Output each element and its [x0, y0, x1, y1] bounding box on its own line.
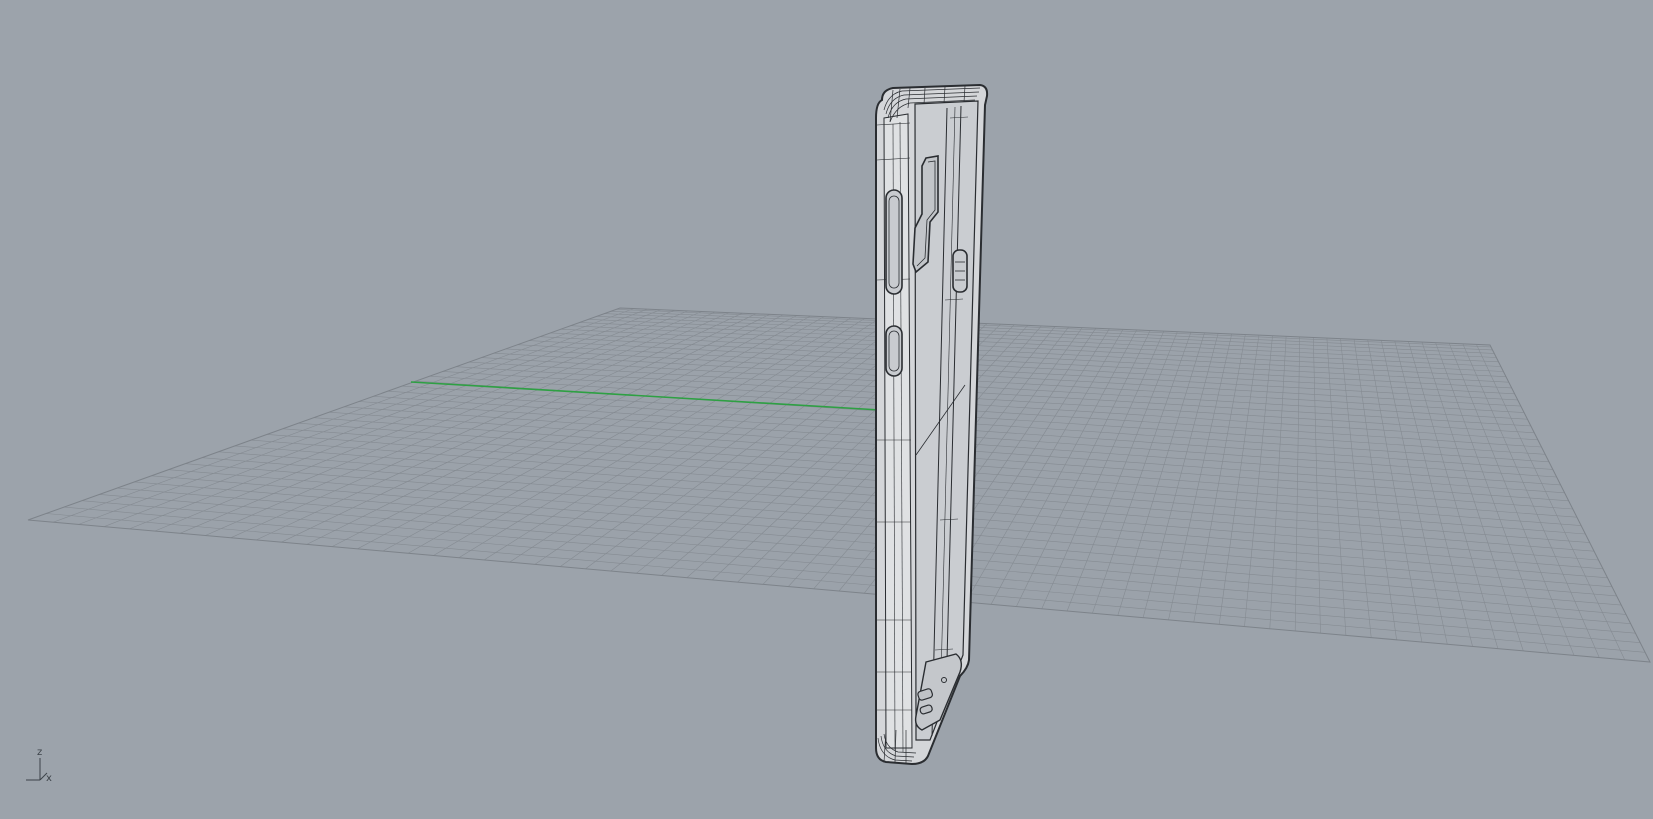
- axis-indicator: z x: [26, 747, 52, 784]
- construction-grid: [27, 307, 1651, 663]
- viewport-canvas[interactable]: z x: [0, 0, 1653, 819]
- axis-indicator-z-label: z: [37, 747, 42, 758]
- volume-button-cutout: [885, 189, 903, 295]
- axis-indicator-x-label: x: [46, 773, 52, 784]
- perspective-viewport[interactable]: z x: [0, 0, 1653, 819]
- power-button-cutout: [885, 325, 903, 377]
- phone-case-model[interactable]: [875, 83, 989, 766]
